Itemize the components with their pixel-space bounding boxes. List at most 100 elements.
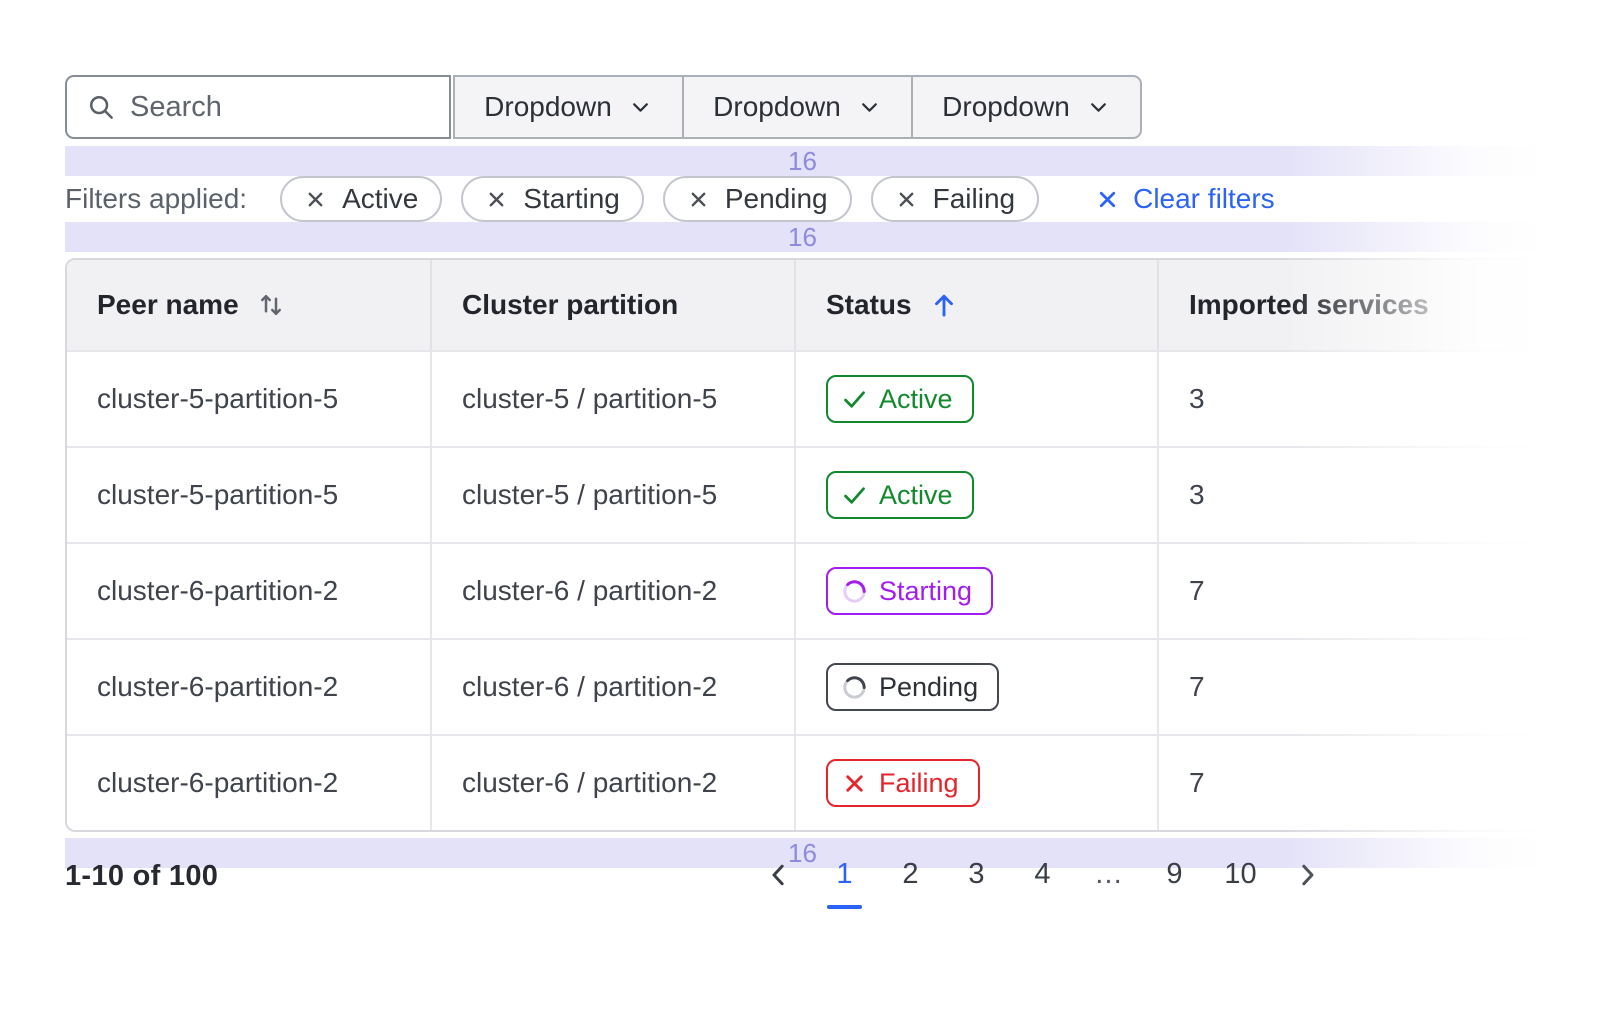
dropdown-label: Dropdown bbox=[713, 91, 841, 123]
filter-chip-pending[interactable]: Pending bbox=[663, 176, 852, 222]
dropdown-button-2[interactable]: Dropdown bbox=[682, 75, 913, 139]
dropdown-label: Dropdown bbox=[942, 91, 1070, 123]
chevron-down-icon bbox=[1086, 95, 1111, 120]
cell-status: Starting bbox=[794, 544, 1157, 638]
cell-cluster-partition: cluster-6 / partition-2 bbox=[430, 544, 794, 638]
cell-status: Active bbox=[794, 448, 1157, 542]
dropdown-button-3[interactable]: Dropdown bbox=[911, 75, 1142, 139]
dismiss-icon bbox=[895, 188, 918, 211]
page-button-2[interactable]: 2 bbox=[890, 858, 931, 891]
cell-peer-name: cluster-5-partition-5 bbox=[67, 448, 430, 542]
spacing-indicator-2: 16 bbox=[65, 222, 1540, 252]
column-header-label: Peer name bbox=[97, 289, 239, 321]
cell-status: Active bbox=[794, 352, 1157, 446]
table-header-row: Peer name Cluster partition Status Impor… bbox=[67, 260, 1538, 350]
cell-status: Pending bbox=[794, 640, 1157, 734]
page-button-10[interactable]: 10 bbox=[1220, 858, 1261, 891]
chevron-right-icon bbox=[1292, 860, 1322, 890]
peers-table: Peer name Cluster partition Status Impor… bbox=[65, 258, 1540, 832]
table-row: cluster-6-partition-2 cluster-6 / partit… bbox=[67, 734, 1538, 830]
filter-chip-starting[interactable]: Starting bbox=[461, 176, 644, 222]
spinner-icon bbox=[841, 674, 868, 701]
table-row: cluster-6-partition-2 cluster-6 / partit… bbox=[67, 542, 1538, 638]
status-badge-pending: Pending bbox=[826, 663, 999, 711]
page-button-3[interactable]: 3 bbox=[956, 858, 997, 891]
check-icon bbox=[841, 482, 868, 509]
chevron-down-icon bbox=[857, 95, 882, 120]
cell-peer-name: cluster-6-partition-2 bbox=[67, 736, 430, 830]
clear-icon bbox=[1095, 187, 1120, 212]
dropdown-button-1[interactable]: Dropdown bbox=[453, 75, 684, 139]
spinner-icon bbox=[841, 578, 868, 605]
check-icon bbox=[841, 386, 868, 413]
clear-filters-link[interactable]: Clear filters bbox=[1095, 183, 1275, 215]
filter-bar: Dropdown Dropdown Dropdown bbox=[65, 75, 1142, 139]
clear-filters-label: Clear filters bbox=[1133, 183, 1275, 215]
column-header-label: Imported services bbox=[1189, 289, 1429, 321]
status-badge-active: Active bbox=[826, 471, 974, 519]
column-header-status[interactable]: Status bbox=[794, 260, 1157, 350]
filter-chip-label: Starting bbox=[523, 183, 620, 215]
cell-peer-name: cluster-5-partition-5 bbox=[67, 352, 430, 446]
filters-applied-label: Filters applied: bbox=[65, 183, 247, 215]
status-badge-starting: Starting bbox=[826, 567, 993, 615]
page-button-4[interactable]: 4 bbox=[1022, 858, 1063, 891]
cell-cluster-partition: cluster-5 / partition-5 bbox=[430, 448, 794, 542]
search-icon bbox=[86, 92, 116, 122]
spacing-value: 16 bbox=[788, 146, 817, 176]
page-button-1[interactable]: 1 bbox=[824, 858, 865, 891]
status-badge-active: Active bbox=[826, 375, 974, 423]
cell-cluster-partition: cluster-5 / partition-5 bbox=[430, 352, 794, 446]
pagination: 1 2 3 4 … 9 10 bbox=[758, 858, 1327, 891]
applied-filters-row: Filters applied: Active Starting Pending… bbox=[65, 176, 1275, 222]
cell-peer-name: cluster-6-partition-2 bbox=[67, 544, 430, 638]
filter-chip-label: Active bbox=[342, 183, 418, 215]
sort-icon bbox=[256, 290, 286, 320]
previous-page-button[interactable] bbox=[758, 860, 799, 890]
status-badge-label: Starting bbox=[879, 576, 972, 607]
cell-cluster-partition: cluster-6 / partition-2 bbox=[430, 640, 794, 734]
filter-chip-active[interactable]: Active bbox=[280, 176, 442, 222]
peers-filter-table-page: Dropdown Dropdown Dropdown 16 Filters ap… bbox=[0, 0, 1618, 1010]
filter-chip-label: Failing bbox=[933, 183, 1015, 215]
column-header-label: Cluster partition bbox=[462, 289, 678, 321]
cell-imported-services: 3 bbox=[1157, 448, 1538, 542]
search-input[interactable] bbox=[130, 91, 410, 124]
filter-chip-failing[interactable]: Failing bbox=[871, 176, 1039, 222]
table-row: cluster-5-partition-5 cluster-5 / partit… bbox=[67, 446, 1538, 542]
dismiss-icon bbox=[485, 188, 508, 211]
chevron-down-icon bbox=[628, 95, 653, 120]
cell-imported-services: 3 bbox=[1157, 352, 1538, 446]
cell-peer-name: cluster-6-partition-2 bbox=[67, 640, 430, 734]
dismiss-icon bbox=[304, 188, 327, 211]
cell-cluster-partition: cluster-6 / partition-2 bbox=[430, 736, 794, 830]
column-header-peer-name[interactable]: Peer name bbox=[67, 260, 430, 350]
next-page-button[interactable] bbox=[1286, 860, 1327, 890]
spacing-indicator-1: 16 bbox=[65, 146, 1540, 176]
column-header-imported-services: Imported services bbox=[1157, 260, 1538, 350]
chevron-left-icon bbox=[764, 860, 794, 890]
cell-imported-services: 7 bbox=[1157, 736, 1538, 830]
filter-chip-label: Pending bbox=[725, 183, 828, 215]
cell-status: Failing bbox=[794, 736, 1157, 830]
status-badge-label: Failing bbox=[879, 768, 959, 799]
sort-ascending-icon bbox=[929, 290, 959, 320]
status-badge-label: Pending bbox=[879, 672, 978, 703]
column-header-label: Status bbox=[826, 289, 912, 321]
spacing-value: 16 bbox=[788, 222, 817, 252]
table-row: cluster-6-partition-2 cluster-6 / partit… bbox=[67, 638, 1538, 734]
status-badge-label: Active bbox=[879, 480, 953, 511]
pagination-ellipsis: … bbox=[1088, 858, 1129, 891]
column-header-cluster-partition: Cluster partition bbox=[430, 260, 794, 350]
status-badge-label: Active bbox=[879, 384, 953, 415]
pagination-range-label: 1-10 of 100 bbox=[65, 860, 218, 893]
dismiss-icon bbox=[687, 188, 710, 211]
page-button-9[interactable]: 9 bbox=[1154, 858, 1195, 891]
status-badge-failing: Failing bbox=[826, 759, 980, 807]
dropdown-label: Dropdown bbox=[484, 91, 612, 123]
cell-imported-services: 7 bbox=[1157, 544, 1538, 638]
search-field[interactable] bbox=[65, 75, 451, 139]
x-icon bbox=[841, 770, 868, 797]
table-row: cluster-5-partition-5 cluster-5 / partit… bbox=[67, 350, 1538, 446]
cell-imported-services: 7 bbox=[1157, 640, 1538, 734]
